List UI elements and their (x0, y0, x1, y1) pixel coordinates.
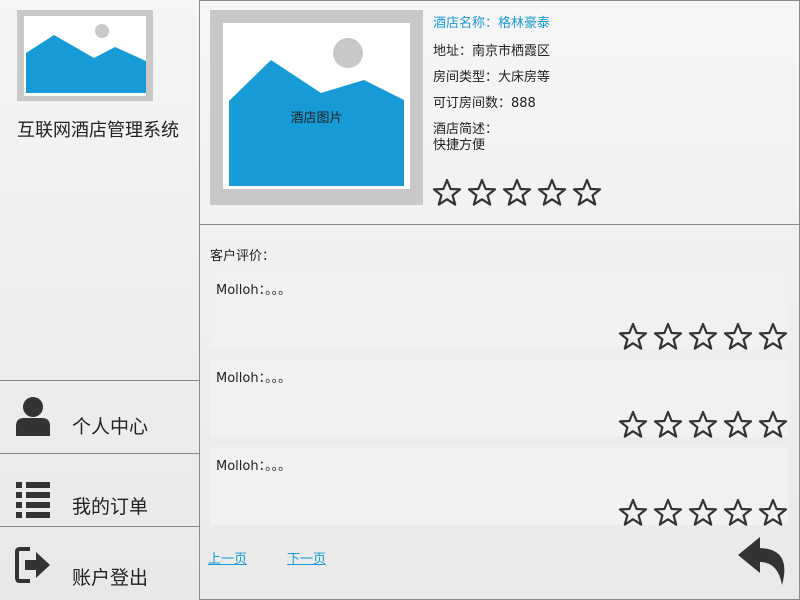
image-placeholder-icon (229, 38, 404, 186)
logo-image (17, 10, 153, 101)
app-title: 互联网酒店管理系统 (17, 120, 179, 141)
star-outline-icon (758, 498, 788, 527)
star-outline-icon (688, 498, 718, 527)
sidebar-item-logout[interactable]: 账户登出 (0, 526, 199, 599)
star-outline-icon (653, 322, 683, 351)
hotel-rating[interactable] (432, 178, 602, 207)
star-outline-icon (723, 498, 753, 527)
star-outline-icon (653, 410, 683, 439)
review-text: Molloh：。。。 (216, 283, 292, 298)
star-outline-icon (618, 410, 648, 439)
star-outline-icon[interactable] (502, 178, 532, 207)
star-outline-icon (758, 410, 788, 439)
star-outline-icon (653, 498, 683, 527)
image-placeholder-icon (26, 24, 146, 93)
star-outline-icon (618, 498, 648, 527)
sidebar-item-label: 账户登出 (72, 567, 149, 589)
hotel-available-rooms: 可订房间数：888 (433, 96, 536, 111)
star-outline-icon[interactable] (572, 178, 602, 207)
review-text: Molloh：。。。 (216, 459, 292, 474)
star-outline-icon (618, 322, 648, 351)
star-outline-icon[interactable] (467, 178, 497, 207)
star-outline-icon (723, 322, 753, 351)
star-outline-icon[interactable] (432, 178, 462, 207)
hotel-address: 地址：南京市栖霞区 (433, 44, 551, 59)
next-page-link[interactable]: 下一页 (287, 548, 326, 567)
hotel-image-caption: 酒店图片 (290, 111, 343, 126)
list-icon (16, 482, 50, 518)
review-text: Molloh：。。。 (216, 371, 292, 386)
star-outline-icon (688, 322, 718, 351)
star-outline-icon (758, 322, 788, 351)
sidebar-item-label: 我的订单 (72, 496, 149, 518)
hotel-detail-panel: 酒店图片 酒店名称：格林豪泰 地址：南京市栖霞区 房间类型：大床房等 可订房间数… (200, 0, 800, 225)
review-item: Molloh：。。。 (210, 447, 788, 527)
sidebar-item-profile[interactable]: 个人中心 (0, 380, 199, 453)
review-rating (618, 322, 788, 351)
star-outline-icon (688, 410, 718, 439)
hotel-name: 酒店名称：格林豪泰 (433, 16, 551, 31)
prev-page-link[interactable]: 上一页 (208, 548, 247, 567)
star-outline-icon[interactable] (537, 178, 567, 207)
star-outline-icon (723, 410, 753, 439)
sidebar-item-label: 个人中心 (72, 416, 149, 438)
back-arrow-icon[interactable] (736, 535, 792, 587)
review-rating (618, 498, 788, 527)
user-icon (16, 397, 50, 436)
hotel-room-type: 房间类型：大床房等 (433, 70, 551, 85)
review-rating (618, 410, 788, 439)
review-item: Molloh：。。。 (210, 271, 788, 351)
hotel-description: 快捷方便 (433, 138, 486, 153)
logout-icon (15, 547, 50, 583)
sidebar-item-orders[interactable]: 我的订单 (0, 453, 199, 526)
review-item: Molloh：。。。 (210, 359, 788, 439)
sidebar: 互联网酒店管理系统 个人中心 我的订单 账户登出 (0, 0, 200, 600)
reviews-title: 客户评价： (210, 249, 276, 264)
hotel-image: 酒店图片 (210, 10, 423, 205)
